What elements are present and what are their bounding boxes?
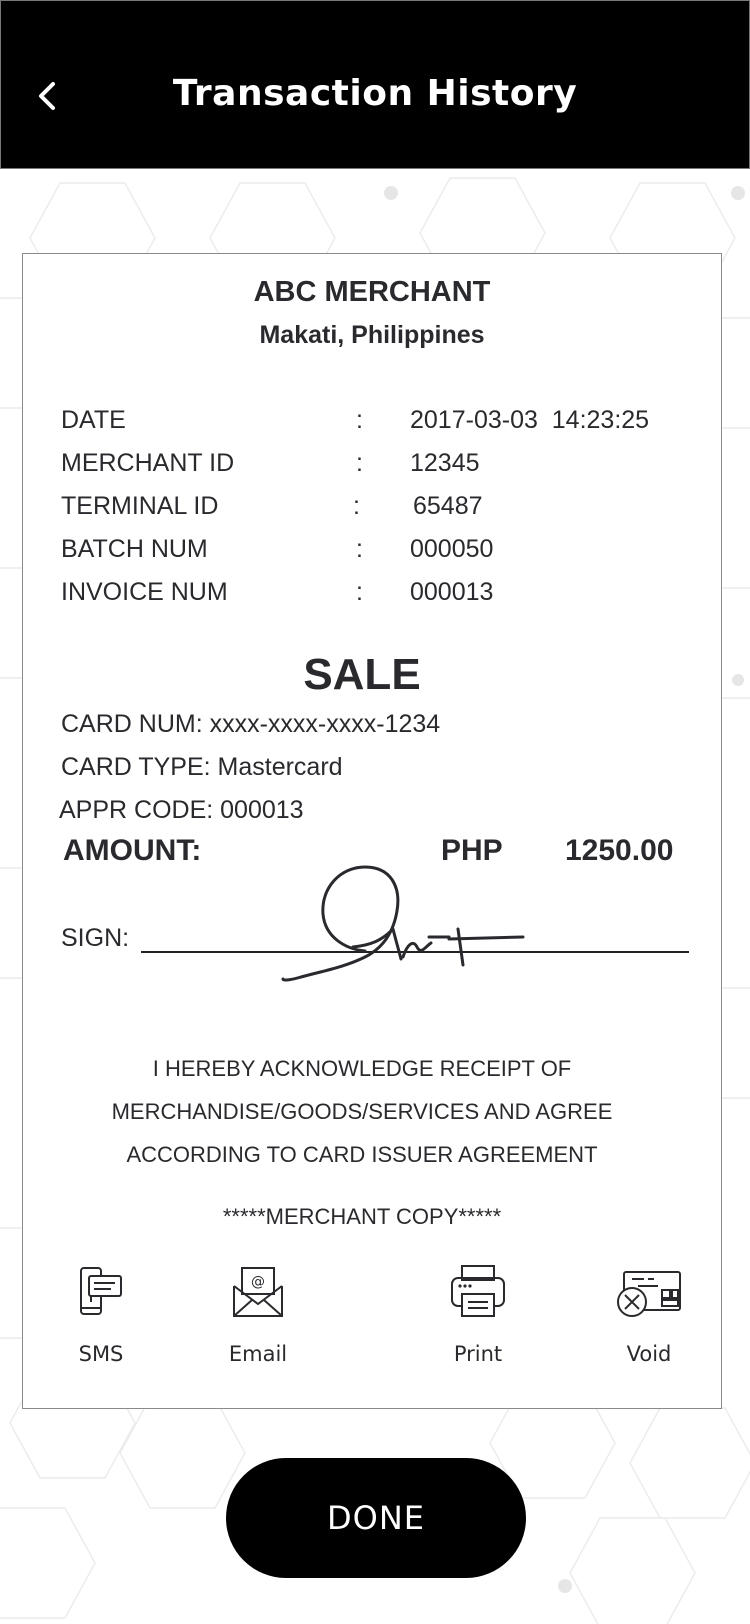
amount-label: AMOUNT:	[63, 834, 202, 867]
email-button[interactable]: @ Email	[198, 1264, 318, 1366]
merchant-id-value: 12345	[410, 449, 480, 477]
merchant-copy-label: *****MERCHANT COPY*****	[222, 1204, 502, 1229]
amount-value: 1250.00	[565, 834, 674, 867]
svg-text:@: @	[251, 1274, 265, 1290]
card-number: CARD NUM: xxxx-xxxx-xxxx-1234	[61, 710, 441, 738]
acknowledgement-line-2: MERCHANDISE/GOODS/SERVICES AND AGREE	[111, 1099, 613, 1124]
void-label: Void	[626, 1342, 672, 1366]
date-value: 2017-03-03 14:23:25	[410, 406, 650, 434]
sign-label: SIGN:	[61, 924, 130, 952]
printer-icon	[451, 1265, 505, 1317]
acknowledgement-line-1: I HEREBY ACKNOWLEDGE RECEIPT OF	[152, 1056, 572, 1081]
sale-title: SALE	[303, 650, 421, 699]
date-label: DATE	[61, 406, 126, 434]
merchant-location: Makati, Philippines	[259, 321, 485, 349]
sms-button[interactable]: SMS	[41, 1264, 161, 1366]
sms-phone-icon	[80, 1267, 122, 1315]
done-button[interactable]: DONE	[226, 1458, 526, 1578]
email-envelope-icon: @	[233, 1267, 283, 1317]
batch-num-value: 000050	[410, 535, 494, 563]
batch-num-label: BATCH NUM	[61, 535, 208, 563]
void-card-icon	[617, 1271, 681, 1317]
print-button[interactable]: Print	[418, 1264, 538, 1366]
approval-code: APPR CODE: 000013	[59, 796, 304, 824]
invoice-num-colon: :	[356, 578, 363, 606]
invoice-num-label: INVOICE NUM	[61, 578, 228, 606]
batch-num-colon: :	[356, 535, 363, 563]
email-label: Email	[228, 1342, 288, 1366]
card-type: CARD TYPE: Mastercard	[61, 753, 343, 781]
signature-image	[281, 865, 525, 982]
date-colon: :	[356, 406, 363, 434]
void-button[interactable]: Void	[589, 1264, 709, 1366]
receipt-card: ABC MERCHANT Makati, Philippines DATE : …	[22, 253, 722, 1409]
merchant-id-label: MERCHANT ID	[61, 449, 235, 477]
sms-label: SMS	[78, 1342, 124, 1366]
app-header: Transaction History	[0, 0, 750, 169]
print-label: Print	[453, 1342, 503, 1366]
terminal-id-colon: :	[353, 492, 360, 520]
merchant-id-colon: :	[356, 449, 363, 477]
terminal-id-value: 65487	[413, 492, 483, 520]
page-title: Transaction History	[172, 73, 578, 114]
acknowledgement-line-3: ACCORDING TO CARD ISSUER AGREEMENT	[126, 1142, 598, 1167]
terminal-id-label: TERMINAL ID	[61, 492, 219, 520]
merchant-name: ABC MERCHANT	[253, 276, 491, 308]
invoice-num-value: 000013	[410, 578, 494, 606]
